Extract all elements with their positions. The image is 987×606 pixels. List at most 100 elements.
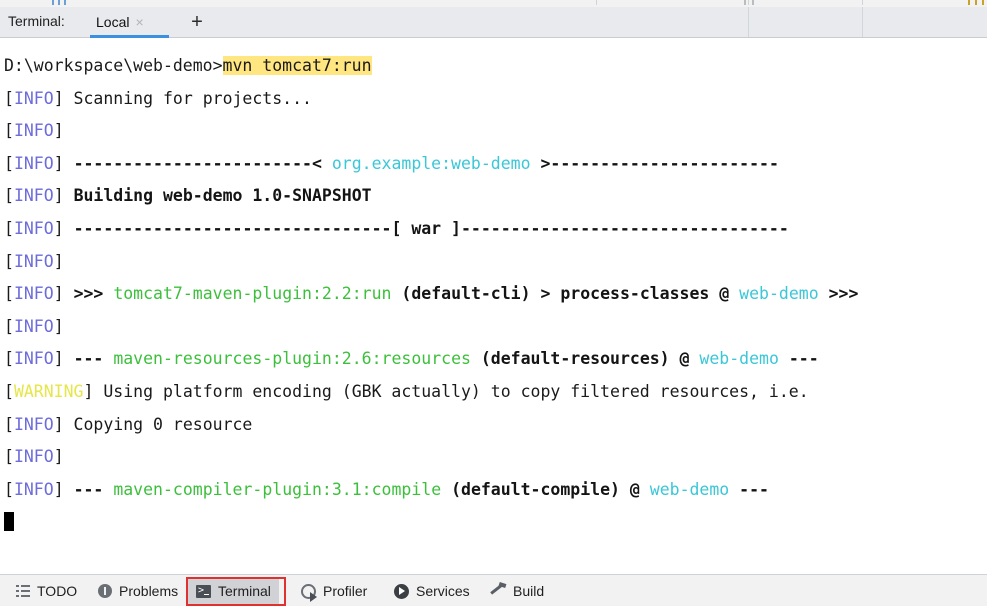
terminal-text-segment: web-demo	[739, 284, 819, 304]
terminal-tab-local[interactable]: Local ×	[90, 7, 150, 37]
terminal-text-segment: INFO	[13, 88, 54, 108]
terminal-text-segment: INFO	[13, 447, 54, 467]
terminal-text-segment: [	[4, 284, 14, 304]
tool-button-label: Problems	[119, 583, 179, 599]
terminal-text-segment: ]	[53, 121, 64, 141]
line-compiler-plugin: [INFO] --- maven-compiler-plugin:3.1:com…	[4, 474, 858, 507]
tool-button-label: Services	[416, 583, 470, 599]
list-icon	[16, 585, 30, 597]
terminal-text-segment: INFO	[13, 218, 54, 238]
terminal-text-segment: ]	[53, 316, 64, 336]
terminal-text-segment: ---	[729, 479, 769, 499]
line-blank-1: [INFO]	[4, 115, 858, 148]
terminal-text-segment: (default-cli) > process-classes @	[391, 284, 740, 304]
terminal-text-segment: web-demo	[699, 349, 779, 369]
line-tomcat7-run: [INFO] >>> tomcat7-maven-plugin:2.2:run …	[4, 278, 858, 311]
terminal-text-segment: [	[4, 381, 14, 401]
terminal-cursor	[4, 512, 14, 532]
terminal-text-segment: ---	[778, 349, 819, 369]
terminal-output-pane[interactable]: D:\workspace\web-demo>mvn tomcat7:run [IN…	[0, 38, 987, 574]
terminal-text-segment: INFO	[13, 251, 54, 271]
terminal-text-segment: ]	[53, 284, 74, 304]
terminal-text-segment: INFO	[13, 284, 54, 304]
terminal-text-segment: ]	[53, 153, 74, 173]
terminal-text-segment: web-demo	[649, 479, 730, 499]
terminal-text-segment: INFO	[13, 349, 54, 369]
terminal-text-segment: INFO	[13, 316, 54, 336]
terminal-text-segment: ---	[73, 479, 114, 499]
terminal-text-segment: Building web-demo 1.0-SNAPSHOT	[73, 186, 372, 206]
tool-button-todo[interactable]: TODO	[8, 578, 85, 604]
terminal-text-segment: [	[4, 414, 14, 434]
terminal-text-segment: [	[4, 316, 14, 336]
terminal-text-segment: INFO	[13, 153, 54, 173]
line-scanning: [INFO] Scanning for projects...	[4, 83, 858, 116]
terminal-text-segment: ]	[53, 447, 64, 467]
terminal-text-segment: [	[4, 251, 14, 271]
terminal-text-segment: [	[4, 153, 14, 173]
line-prompt: D:\workspace\web-demo>mvn tomcat7:run	[4, 50, 858, 83]
terminal-text-segment: [	[4, 218, 14, 238]
terminal-text-segment: ]	[53, 479, 74, 499]
terminal-text-segment: >-----------------------	[530, 153, 779, 173]
tool-button-terminal[interactable]: Terminal	[188, 578, 279, 604]
run-circle-icon	[394, 583, 409, 599]
line-blank-4: [INFO]	[4, 441, 858, 474]
tool-window-bar: TODO Problems Terminal Profiler Services…	[0, 574, 987, 606]
terminal-text-segment: ---	[73, 349, 114, 369]
tool-button-label: TODO	[37, 583, 78, 599]
terminal-icon	[196, 584, 211, 598]
terminal-text-segment: ]	[53, 186, 74, 206]
terminal-text-segment: >>>	[818, 284, 859, 304]
terminal-tool-window-header: Terminal: Local × +	[0, 7, 987, 38]
line-blank-2: [INFO]	[4, 246, 858, 279]
line-building: [INFO] Building web-demo 1.0-SNAPSHOT	[4, 180, 858, 213]
terminal-text-segment: INFO	[13, 414, 54, 434]
line-project-banner: [INFO] ------------------------< org.exa…	[4, 148, 858, 181]
terminal-text-segment: >>>	[73, 284, 114, 304]
exclamation-circle-icon	[98, 584, 112, 598]
tool-button-services[interactable]: Services	[386, 578, 478, 604]
terminal-text-segment: [	[4, 447, 14, 467]
terminal-text-segment: WARNING	[13, 381, 84, 401]
terminal-text-segment: INFO	[13, 121, 54, 141]
terminal-text-segment: ] Scanning for projects...	[53, 88, 312, 108]
terminal-text-segment: [	[4, 88, 14, 108]
add-terminal-tab-button[interactable]: +	[185, 9, 209, 35]
line-cursor	[4, 506, 858, 539]
tool-button-label: Terminal	[218, 583, 271, 599]
terminal-lines: D:\workspace\web-demo>mvn tomcat7:run [IN…	[4, 50, 858, 539]
terminal-text-segment: tomcat7-maven-plugin:2.2:run	[113, 284, 392, 304]
tool-button-problems[interactable]: Problems	[90, 578, 186, 604]
line-resources-plugin: [INFO] --- maven-resources-plugin:2.6:re…	[4, 343, 858, 376]
terminal-text-segment: [	[4, 121, 14, 141]
terminal-text-segment: ] Using platform encoding (GBK actually)…	[83, 381, 809, 401]
terminal-text-segment: ]	[53, 218, 74, 238]
hammer-icon	[490, 582, 507, 598]
terminal-text-segment: D:\workspace\web-demo>	[4, 56, 223, 75]
line-packaging-banner: [INFO] --------------------------------[…	[4, 213, 858, 246]
terminal-text-segment: (default-compile) @	[441, 479, 650, 499]
tool-button-label: Profiler	[323, 583, 368, 599]
terminal-text-segment: [	[4, 186, 14, 206]
close-icon[interactable]: ×	[135, 15, 143, 29]
terminal-text-segment: mvn tomcat7:run	[222, 56, 372, 75]
terminal-text-segment: [	[4, 479, 14, 499]
line-blank-3: [INFO]	[4, 311, 858, 344]
terminal-text-segment: ]	[53, 251, 64, 271]
terminal-text-segment: maven-resources-plugin:2.6:resources	[113, 349, 471, 369]
terminal-text-segment: ]	[53, 349, 74, 369]
tool-button-label: Build	[513, 583, 545, 599]
profiler-icon	[301, 583, 317, 602]
terminal-tab-label: Local	[96, 14, 130, 30]
terminal-text-segment: maven-compiler-plugin:3.1:compile	[113, 479, 442, 499]
terminal-text-segment: (default-resources) @	[470, 349, 700, 369]
terminal-text-segment: org.example:web-demo	[331, 153, 531, 173]
header-divider	[748, 7, 749, 37]
terminal-text-segment: ] Copying 0 resource	[53, 414, 253, 434]
tool-button-build[interactable]: Build	[482, 578, 552, 604]
line-warning-encoding: [WARNING] Using platform encoding (GBK a…	[4, 376, 858, 409]
terminal-text-segment: INFO	[13, 479, 54, 499]
terminal-text-segment: [	[4, 349, 14, 369]
tool-button-profiler[interactable]: Profiler	[293, 578, 375, 604]
